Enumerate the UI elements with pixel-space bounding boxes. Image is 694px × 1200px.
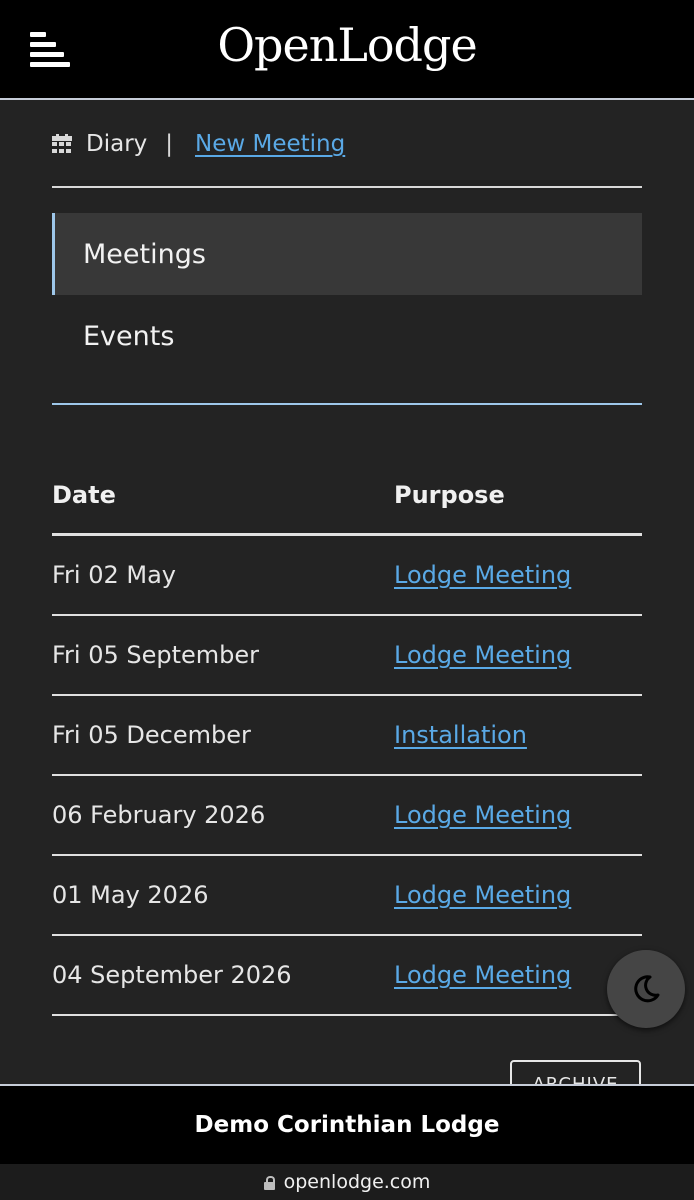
browser-url-bar[interactable]: openlodge.com xyxy=(0,1164,694,1200)
calendar-icon xyxy=(52,134,72,154)
diary-tabs: Meetings Events xyxy=(52,213,642,405)
meeting-date: 06 February 2026 xyxy=(52,775,394,856)
meetings-table: Date Purpose Fri 02 May Lodge Meeting Fr… xyxy=(52,457,642,1016)
meeting-purpose-link[interactable]: Lodge Meeting xyxy=(394,641,571,669)
table-header-row: Date Purpose xyxy=(52,457,642,536)
table-row: Fri 02 May Lodge Meeting xyxy=(52,534,642,616)
breadcrumb: Diary | New Meeting xyxy=(52,102,642,188)
moon-icon xyxy=(634,975,660,1003)
lock-icon xyxy=(263,1175,275,1190)
meeting-purpose-link[interactable]: Lodge Meeting xyxy=(394,801,571,829)
meeting-purpose-link[interactable]: Installation xyxy=(394,721,527,749)
top-bar: OpenLodge xyxy=(0,0,694,100)
table-row: 04 September 2026 Lodge Meeting xyxy=(52,935,642,1016)
dark-mode-toggle-button[interactable] xyxy=(607,950,685,1028)
meeting-purpose-link[interactable]: Lodge Meeting xyxy=(394,881,571,909)
new-meeting-link[interactable]: New Meeting xyxy=(195,131,345,157)
breadcrumb-separator: | xyxy=(165,131,174,157)
meeting-date: 04 September 2026 xyxy=(52,935,394,1016)
column-header-date: Date xyxy=(52,457,394,536)
table-row: 01 May 2026 Lodge Meeting xyxy=(52,855,642,936)
meeting-purpose-link[interactable]: Lodge Meeting xyxy=(394,561,571,589)
tab-meetings[interactable]: Meetings xyxy=(52,213,642,295)
tab-events[interactable]: Events xyxy=(52,295,642,377)
url-text: openlodge.com xyxy=(283,1171,431,1193)
main-content: Diary | New Meeting Meetings Events Date… xyxy=(52,102,642,1016)
meeting-date: Fri 05 September xyxy=(52,615,394,696)
table-row: Fri 05 September Lodge Meeting xyxy=(52,615,642,696)
openlodge-logo[interactable]: OpenLodge xyxy=(0,18,694,72)
site-footer: Demo Corinthian Lodge xyxy=(0,1084,694,1164)
breadcrumb-section: Diary xyxy=(86,131,148,157)
meeting-date: Fri 02 May xyxy=(52,534,394,616)
meeting-date: 01 May 2026 xyxy=(52,855,394,936)
screen: OpenLodge Diary | New Meeting Meetings E… xyxy=(0,0,694,1200)
meeting-purpose-link[interactable]: Lodge Meeting xyxy=(394,961,571,989)
table-row: Fri 05 December Installation xyxy=(52,695,642,776)
lodge-name: Demo Corinthian Lodge xyxy=(194,1112,500,1138)
table-row: 06 February 2026 Lodge Meeting xyxy=(52,775,642,856)
meeting-date: Fri 05 December xyxy=(52,695,394,776)
column-header-purpose: Purpose xyxy=(394,457,642,536)
